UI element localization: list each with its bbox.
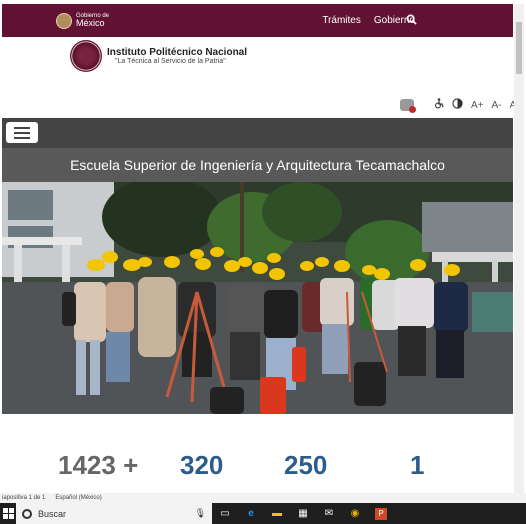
gov-nav: Trámites Gobierno — [322, 15, 415, 26]
slide-indicator: iapositiva 1 de 1 — [2, 495, 46, 501]
chrome-icon[interactable]: ◉ — [342, 503, 368, 524]
gob-mx-logo[interactable]: Gobierno de México — [56, 12, 109, 29]
mexico-seal-icon — [56, 12, 72, 29]
browser-viewport: Gobierno de México Trámites Gobierno Ins… — [0, 0, 526, 524]
gov-logo-big-text: México — [76, 18, 105, 28]
main-menu-bar — [2, 118, 513, 148]
cortana-icon — [22, 508, 32, 519]
ipn-brand[interactable]: Instituto Politécnico Nacional "La Técni… — [70, 40, 247, 72]
task-view-icon[interactable]: ▭ — [212, 503, 238, 524]
school-title: Escuela Superior de Ingeniería y Arquite… — [70, 157, 445, 173]
stat-value-3: 250 — [284, 450, 328, 480]
hamburger-menu-button[interactable] — [6, 122, 38, 143]
contrast-icon[interactable] — [452, 98, 463, 112]
font-decrease-button[interactable]: A- — [492, 100, 502, 111]
accessibility-menu-icon[interactable] — [400, 99, 416, 113]
institution-motto: "La Técnica al Servicio de la Patria" — [115, 58, 226, 65]
gov-header-bar: Gobierno de México Trámites Gobierno — [2, 4, 513, 37]
stat-value-4: 1 — [410, 450, 425, 480]
accessibility-toolbar: A+ A- A — [400, 98, 516, 113]
stat-value-2: 320 — [180, 450, 224, 480]
hero-photo — [2, 182, 513, 414]
page-scrollbar[interactable] — [514, 4, 524, 494]
windows-taskbar: Buscar 🎙 ▭ e ▬ ▦ ✉ ◉ P — [0, 503, 526, 524]
powerpoint-icon[interactable]: P — [368, 503, 394, 524]
nav-tramites[interactable]: Trámites — [322, 15, 361, 26]
file-explorer-icon[interactable]: ▬ — [264, 503, 290, 524]
taskbar-search-label: Buscar — [38, 508, 67, 519]
taskbar-search-box[interactable]: Buscar 🎙 — [16, 503, 212, 524]
ipn-emblem-icon — [70, 40, 102, 72]
school-title-bar: Escuela Superior de Ingeniería y Arquite… — [2, 148, 513, 182]
scrollbar-thumb[interactable] — [516, 22, 522, 74]
windows-start-button[interactable] — [0, 503, 16, 524]
store-icon[interactable]: ▦ — [290, 503, 316, 524]
font-increase-button[interactable]: A+ — [471, 100, 484, 111]
wheelchair-icon[interactable] — [434, 98, 444, 112]
institution-name: Instituto Politécnico Nacional — [107, 47, 248, 58]
search-icon[interactable] — [406, 14, 417, 28]
language-indicator[interactable]: Español (México) — [55, 495, 101, 501]
microphone-icon[interactable]: 🎙 — [195, 508, 206, 519]
stat-value-1: 1423 + — [58, 450, 139, 480]
app-status-bar: iapositiva 1 de 1 Español (México) — [0, 493, 526, 503]
windows-logo-icon — [2, 508, 14, 519]
mail-icon[interactable]: ✉ — [316, 503, 342, 524]
hero-photo-illustration — [2, 182, 513, 414]
edge-icon[interactable]: e — [238, 503, 264, 524]
